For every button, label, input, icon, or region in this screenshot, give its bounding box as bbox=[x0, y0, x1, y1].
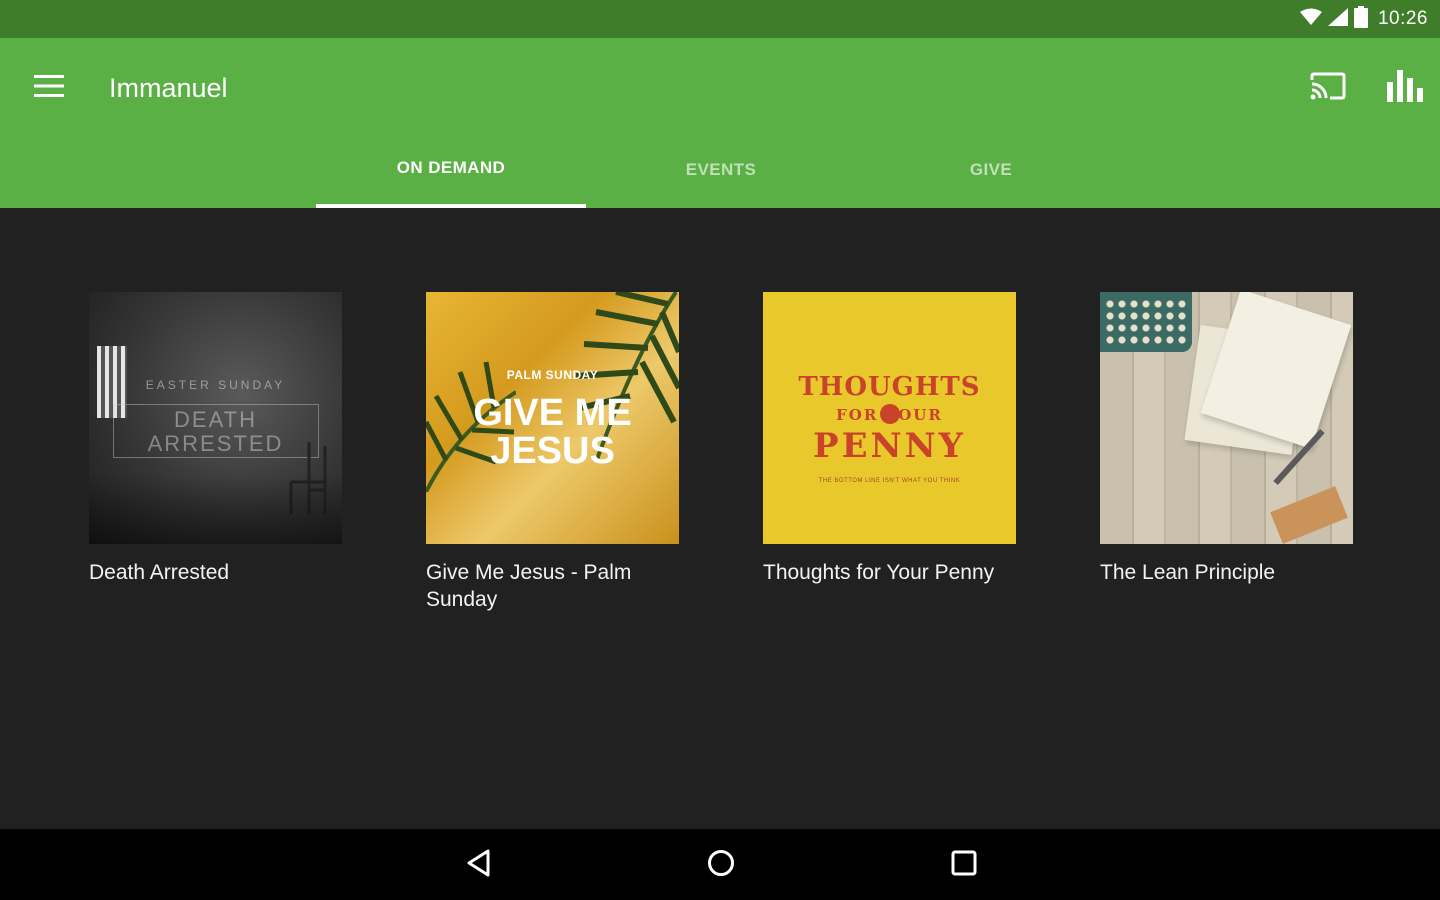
thumbnail-line: DEATH bbox=[174, 407, 257, 432]
back-icon bbox=[466, 849, 492, 882]
app-title: Immanuel bbox=[109, 73, 228, 103]
tab-label: ON DEMAND bbox=[396, 157, 506, 177]
floor-shadow bbox=[89, 474, 342, 544]
battery-icon bbox=[1353, 5, 1368, 33]
media-title: Thoughts for Your Penny bbox=[763, 561, 995, 584]
media-thumbnail: PALM SUNDAY GIVE ME JESUS bbox=[426, 292, 679, 544]
media-card-death-arrested[interactable]: EASTER SUNDAY DEATH ARRESTED Death Arres… bbox=[89, 292, 342, 613]
status-time: 10:26 bbox=[1377, 8, 1428, 29]
typewriter-art bbox=[1100, 292, 1192, 352]
on-demand-grid: EASTER SUNDAY DEATH ARRESTED Death Arres… bbox=[89, 292, 1353, 613]
menu-button[interactable] bbox=[28, 70, 70, 106]
tab-on-demand[interactable]: ON DEMAND bbox=[316, 130, 586, 208]
cast-icon bbox=[1310, 72, 1346, 105]
signal-icon bbox=[1327, 7, 1348, 31]
media-thumbnail: THOUGHTS FOR YOUR PENNY THE BOTTOM LINE … bbox=[763, 292, 1016, 544]
media-thumbnail bbox=[1100, 292, 1353, 544]
media-card-the-lean-principle[interactable]: The Lean Principle bbox=[1100, 292, 1353, 613]
thumbnail-kicker: EASTER SUNDAY bbox=[145, 378, 286, 392]
status-icons bbox=[1299, 5, 1368, 33]
thumbnail-line: THOUGHTS bbox=[798, 372, 981, 402]
tab-label: GIVE bbox=[969, 159, 1013, 179]
status-bar: 10:26 bbox=[0, 0, 1440, 38]
media-title: Give Me Jesus - Palm Sunday bbox=[426, 561, 632, 611]
tab-label: EVENTS bbox=[685, 159, 757, 179]
home-icon bbox=[707, 849, 735, 882]
thumbnail-headline: GIVE ME JESUS bbox=[426, 394, 679, 470]
tab-bar: ON DEMAND EVENTS GIVE bbox=[316, 130, 1126, 208]
bar-chart-icon bbox=[1387, 69, 1423, 107]
system-nav-bar bbox=[0, 829, 1440, 900]
thumbnail-kicker: PALM SUNDAY bbox=[506, 368, 599, 382]
thumbnail-line: GIVE ME bbox=[473, 392, 632, 434]
app-bar: Immanuel ON DEMAND EVENTS GIVE bbox=[0, 38, 1440, 208]
media-title: The Lean Principle bbox=[1100, 561, 1276, 584]
thumbnail-tagline: THE BOTTOM LINE ISN'T WHAT YOU THINK bbox=[818, 478, 961, 484]
back-button[interactable] bbox=[455, 841, 503, 889]
media-card-give-me-jesus[interactable]: PALM SUNDAY GIVE ME JESUS Give Me Jesus … bbox=[426, 292, 679, 613]
penny-art bbox=[880, 404, 900, 424]
media-card-thoughts-for-your-penny[interactable]: THOUGHTS FOR YOUR PENNY THE BOTTOM LINE … bbox=[763, 292, 1016, 613]
thumbnail-line: PENNY bbox=[813, 426, 966, 466]
home-button[interactable] bbox=[697, 841, 745, 889]
wifi-icon bbox=[1299, 8, 1322, 31]
stats-button[interactable] bbox=[1383, 68, 1427, 108]
recents-icon bbox=[951, 850, 977, 881]
media-title: Death Arrested bbox=[89, 561, 230, 584]
tab-events[interactable]: EVENTS bbox=[586, 130, 856, 208]
menu-icon bbox=[34, 74, 64, 102]
cast-button[interactable] bbox=[1306, 68, 1350, 108]
thumbnail-line: JESUS bbox=[490, 430, 615, 472]
recents-button[interactable] bbox=[940, 841, 988, 889]
tab-give[interactable]: GIVE bbox=[856, 130, 1126, 208]
typewriter-keys-art bbox=[1104, 298, 1188, 344]
media-thumbnail: EASTER SUNDAY DEATH ARRESTED bbox=[89, 292, 342, 544]
card-art bbox=[1270, 486, 1348, 544]
